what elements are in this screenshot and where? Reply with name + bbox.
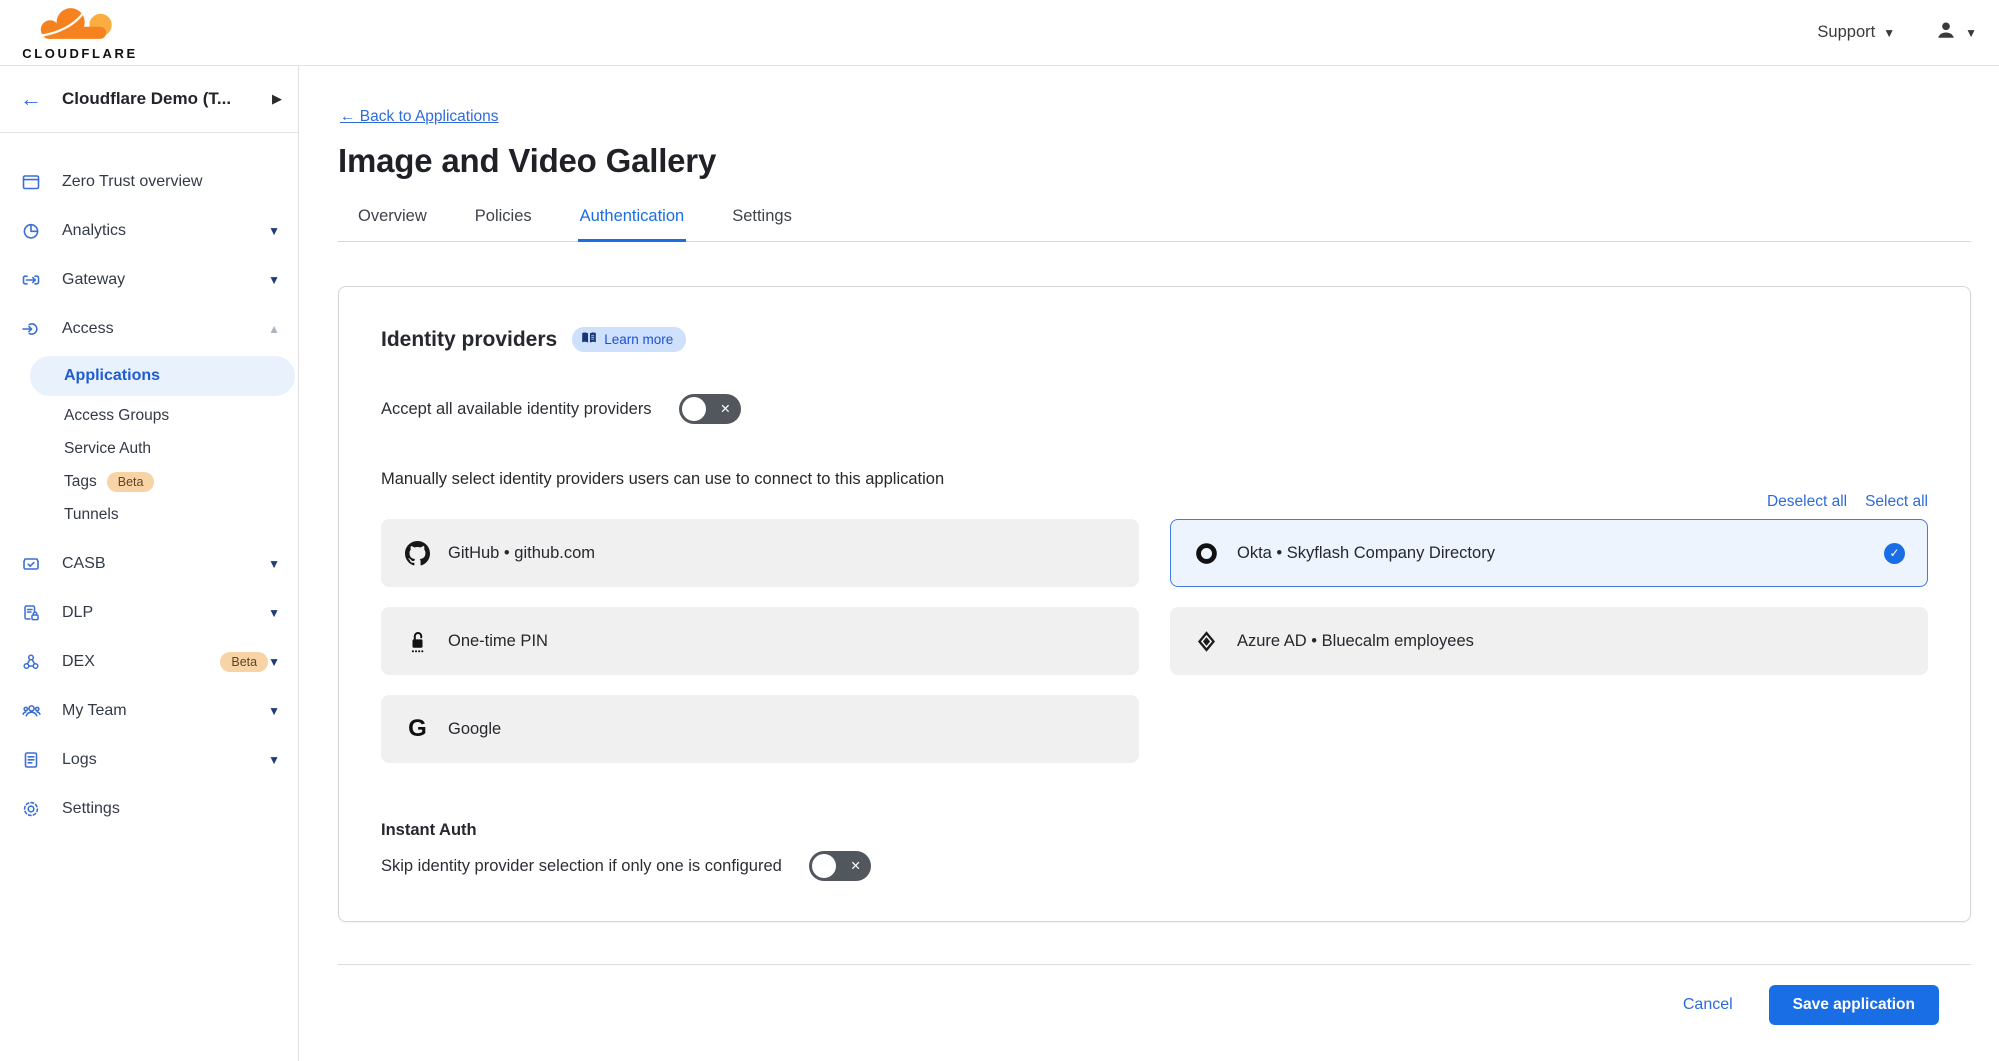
- pie-chart-icon: [20, 220, 42, 242]
- sidebar-item-casb[interactable]: CASB ▼: [0, 539, 298, 588]
- instant-auth-toggle[interactable]: ✕: [809, 851, 871, 881]
- account-name: Cloudflare Demo (T...: [62, 89, 272, 109]
- okta-icon: [1193, 541, 1220, 566]
- chevron-down-icon: ▼: [268, 655, 280, 669]
- access-icon: [20, 318, 42, 340]
- account-switcher[interactable]: ← Cloudflare Demo (T... ▶: [0, 66, 298, 133]
- chevron-down-icon: ▼: [268, 753, 280, 767]
- document-lock-icon: [20, 602, 42, 624]
- user-icon: [1935, 19, 1957, 46]
- chevron-down-icon: ▼: [1965, 26, 1977, 40]
- beta-badge: Beta: [107, 472, 155, 492]
- idp-tile-google[interactable]: G Google: [381, 695, 1139, 763]
- save-application-button[interactable]: Save application: [1769, 985, 1939, 1025]
- tab-settings[interactable]: Settings: [730, 207, 794, 242]
- accept-all-toggle[interactable]: ✕: [679, 394, 741, 424]
- chevron-down-icon: ▼: [268, 606, 280, 620]
- tab-bar: Overview Policies Authentication Setting…: [338, 207, 1971, 242]
- network-nodes-icon: [20, 651, 42, 673]
- one-time-pin-icon: [404, 629, 431, 654]
- github-icon: [404, 541, 431, 566]
- deselect-all-link[interactable]: Deselect all: [1767, 493, 1847, 511]
- idp-tile-okta[interactable]: Okta • Skyflash Company Directory ✓: [1170, 519, 1928, 587]
- tab-overview[interactable]: Overview: [356, 207, 429, 242]
- main-content: ← Back to Applications Image and Video G…: [299, 66, 1999, 1061]
- sidebar-item-tags[interactable]: Tags Beta: [0, 465, 298, 498]
- chevron-down-icon: ▼: [268, 557, 280, 571]
- sidebar-item-settings[interactable]: Settings: [0, 784, 298, 833]
- sidebar-item-my-team[interactable]: My Team ▼: [0, 686, 298, 735]
- book-icon: [581, 331, 597, 348]
- chevron-down-icon: ▼: [1883, 26, 1895, 40]
- toggle-knob: [682, 397, 706, 421]
- cancel-button[interactable]: Cancel: [1683, 996, 1733, 1014]
- manual-select-text: Manually select identity providers users…: [381, 470, 1928, 489]
- casb-box-check-icon: [20, 553, 42, 575]
- sidebar-item-logs[interactable]: Logs ▼: [0, 735, 298, 784]
- team-icon: [20, 700, 42, 722]
- google-icon: G: [404, 717, 431, 741]
- chevron-down-icon: ▼: [268, 273, 280, 287]
- tab-policies[interactable]: Policies: [473, 207, 534, 242]
- back-arrow-icon[interactable]: ←: [20, 88, 42, 110]
- idp-tile-azure-ad[interactable]: Azure AD • Bluecalm employees: [1170, 607, 1928, 675]
- page-title: Image and Video Gallery: [338, 142, 1971, 180]
- sidebar-item-zero-trust-overview[interactable]: Zero Trust overview: [0, 157, 298, 206]
- support-menu[interactable]: Support ▼: [1817, 23, 1895, 42]
- top-bar: CLOUDFLARE Support ▼ ▼: [0, 0, 1999, 66]
- sidebar: ← Cloudflare Demo (T... ▶ Zero Trust ove…: [0, 66, 299, 1061]
- chevron-down-icon: ▼: [268, 704, 280, 718]
- sidebar-item-gateway[interactable]: Gateway ▼: [0, 255, 298, 304]
- identity-providers-heading: Identity providers: [381, 328, 557, 352]
- gateway-icon: [20, 269, 42, 291]
- footer-actions: Cancel Save application: [338, 965, 1971, 1025]
- idp-tile-one-time-pin[interactable]: One-time PIN: [381, 607, 1139, 675]
- learn-more-label: Learn more: [604, 332, 673, 347]
- sidebar-item-analytics[interactable]: Analytics ▼: [0, 206, 298, 255]
- browser-window-icon: [20, 171, 42, 193]
- chevron-down-icon: ▼: [268, 224, 280, 238]
- select-all-link[interactable]: Select all: [1865, 493, 1928, 511]
- sidebar-item-access[interactable]: Access ▲: [0, 304, 298, 353]
- sidebar-item-service-auth[interactable]: Service Auth: [0, 432, 298, 465]
- sidebar-item-access-groups[interactable]: Access Groups: [0, 399, 298, 432]
- sidebar-item-dex[interactable]: DEX Beta ▼: [0, 637, 298, 686]
- azure-ad-icon: [1193, 629, 1220, 654]
- chevron-up-icon: ▲: [268, 322, 280, 336]
- beta-badge: Beta: [220, 652, 268, 672]
- sidebar-item-tunnels[interactable]: Tunnels: [0, 498, 298, 531]
- accept-all-label: Accept all available identity providers: [381, 400, 652, 419]
- idp-tile-grid: GitHub • github.com Okta • Skyflash Comp…: [381, 519, 1928, 763]
- idp-tile-github[interactable]: GitHub • github.com: [381, 519, 1139, 587]
- toggle-knob: [812, 854, 836, 878]
- zero-trust-dashboard: CLOUDFLARE Support ▼ ▼ ← C: [0, 0, 1999, 1061]
- identity-providers-card: Identity providers Learn more Accept all…: [338, 286, 1971, 922]
- cloudflare-cloud-icon: [24, 4, 136, 49]
- selected-check-icon: ✓: [1884, 543, 1905, 564]
- top-bar-right: Support ▼ ▼: [1817, 19, 1977, 46]
- toggle-x-icon: ✕: [720, 403, 730, 416]
- toggle-x-icon: ✕: [850, 860, 860, 873]
- skip-selection-label: Skip identity provider selection if only…: [381, 857, 782, 876]
- tab-authentication[interactable]: Authentication: [578, 207, 687, 242]
- back-to-applications-link[interactable]: ← Back to Applications: [340, 108, 499, 126]
- chevron-right-icon: ▶: [272, 91, 282, 107]
- learn-more-badge[interactable]: Learn more: [572, 327, 686, 352]
- sidebar-nav: Zero Trust overview Analytics ▼: [0, 133, 298, 833]
- gear-icon: [20, 798, 42, 820]
- sidebar-item-applications[interactable]: Applications: [30, 356, 295, 396]
- support-label: Support: [1817, 23, 1875, 42]
- instant-auth-heading: Instant Auth: [381, 821, 1928, 840]
- sidebar-item-dlp[interactable]: DLP ▼: [0, 588, 298, 637]
- brand-wordmark: CLOUDFLARE: [22, 46, 138, 61]
- user-menu[interactable]: ▼: [1935, 19, 1977, 46]
- cloudflare-logo[interactable]: CLOUDFLARE: [14, 4, 146, 61]
- logs-document-icon: [20, 749, 42, 771]
